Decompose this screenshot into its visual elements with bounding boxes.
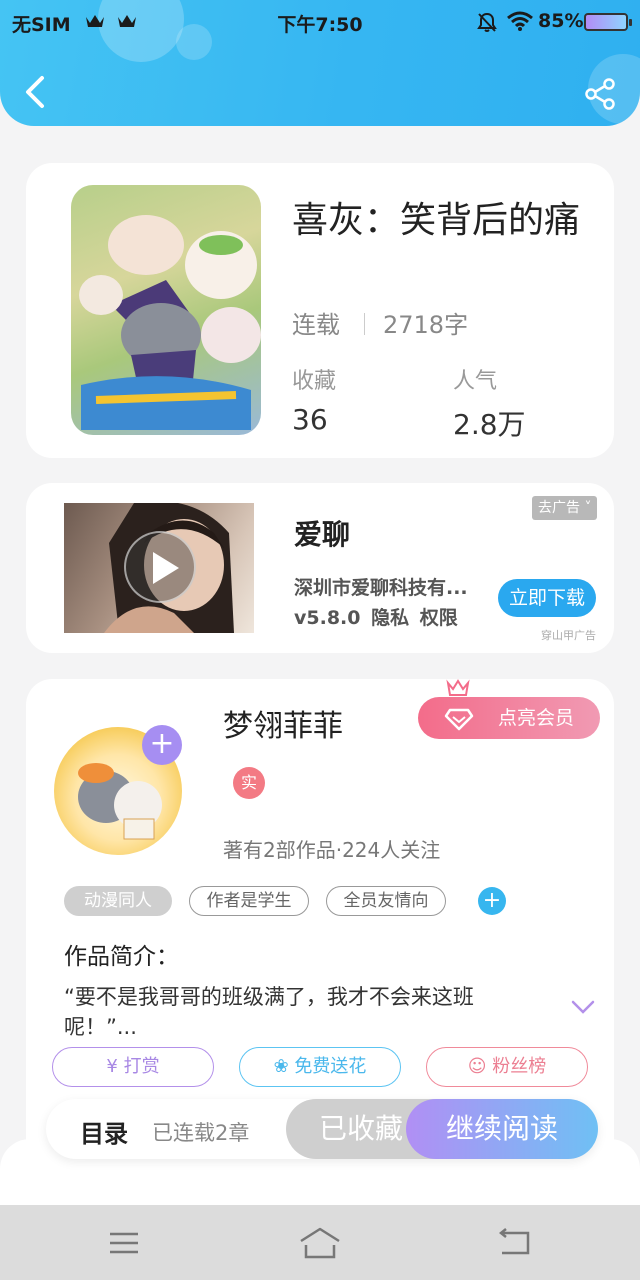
chevron-down-icon[interactable] [570,997,596,1017]
fan-ranking-button[interactable]: ☺ 粉丝榜 [426,1047,588,1087]
header: 无SIM 下午7:50 85% [0,0,640,126]
system-nav-bar [0,1205,640,1280]
intro-title: 作品简介： [64,944,179,970]
remove-ad-button[interactable]: 去广告 ˅ [532,496,598,520]
wifi-icon [507,11,533,31]
tip-label: 打赏 [123,1056,160,1077]
favorites-count: 36 [292,403,328,436]
mute-bell-icon [477,12,497,32]
back-nav-icon[interactable] [496,1227,534,1259]
back-button[interactable] [20,72,52,112]
follow-button[interactable]: + [142,725,182,765]
tag[interactable]: 全员友情向 [326,886,446,916]
verified-badge: 实 [233,767,265,799]
popularity-label: 人气 [453,369,498,394]
battery-icon [584,13,632,31]
ad-card[interactable]: 爱聊 深圳市爱聊科技有... v5.8.0 隐私 权限 去广告 ˅ 立即下载 穿… [26,483,614,653]
continue-reading-button[interactable]: 继续阅读 [406,1099,598,1159]
diamond-icon [444,708,474,731]
send-flower-label: 免费送花 [294,1056,367,1077]
remove-ad-label: 去广告 [538,500,580,516]
send-flower-button[interactable]: ❀ 免费送花 [239,1047,401,1087]
play-icon[interactable] [124,531,196,603]
tip-button[interactable]: ¥ 打赏 [52,1047,214,1087]
add-tag-button[interactable]: + [478,887,506,915]
menu-icon[interactable] [106,1229,142,1257]
favorites-label: 收藏 [292,369,337,394]
ad-video-thumbnail[interactable] [64,503,254,633]
crown-icon [446,679,470,696]
share-button[interactable] [582,76,618,112]
chapter-count[interactable]: 已连载2章 [152,1117,249,1147]
fan-ranking-label: 粉丝榜 [492,1056,547,1077]
book-cover-image[interactable] [71,185,261,435]
tag[interactable]: 动漫同人 [64,886,172,916]
status-bar: 无SIM 下午7:50 85% [0,0,640,44]
book-info-card: 喜灰：笑背后的痛 连载 2718字 收藏 36 人气 2.8万 [26,163,614,458]
reading-bar: 目录 已连载2章 已收藏 继续阅读 [46,1099,598,1159]
book-status: 连载 [292,311,340,339]
ad-meta[interactable]: v5.8.0 隐私 权限 [294,603,458,630]
divider [364,313,365,335]
ad-company: 深圳市爱聊科技有... [294,577,468,599]
book-title: 喜灰：笑背后的痛 [292,200,581,241]
home-icon[interactable] [298,1225,342,1261]
author-info: 著有2部作品·224人关注 [223,838,441,862]
battery-percent: 85% [538,10,584,32]
tag[interactable]: 作者是学生 [189,886,309,916]
toc-button[interactable]: 目录 [80,1114,128,1149]
ad-app-name[interactable]: 爱聊 [294,513,350,553]
intro-text: “要不是我哥哥的班级满了，我才不会来这班呢！”... [64,985,474,1039]
ad-source: 穿山甲广告 [541,629,596,642]
author-name[interactable]: 梦翎菲菲 [223,701,343,745]
cover-illustration [79,215,261,430]
word-count: 2718字 [383,311,469,339]
download-button[interactable]: 立即下载 [498,579,596,617]
popularity-count: 2.8万 [453,408,526,441]
